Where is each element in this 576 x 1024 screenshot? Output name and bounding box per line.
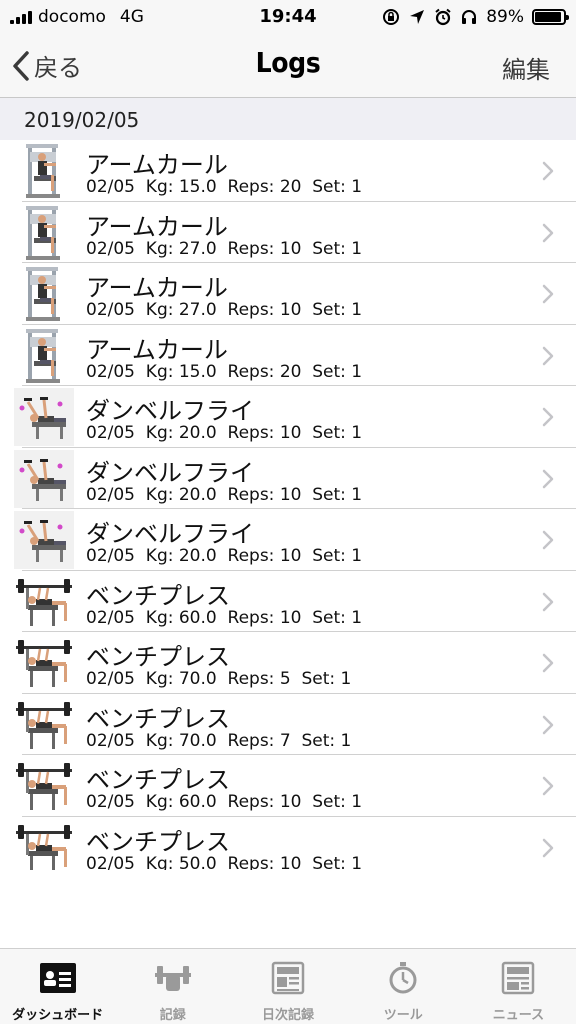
log-row[interactable]: アームカール 02/05 Kg: 27.0 Reps: 10 Set: 1 xyxy=(0,263,576,325)
tab-label: 記録 xyxy=(159,1008,186,1023)
section-header-date: 2019/02/05 xyxy=(0,98,576,140)
status-bar: docomo 4G 19:44 89% xyxy=(0,0,576,36)
log-row[interactable]: ベンチプレス 02/05 Kg: 50.0 Reps: 10 Set: 1 xyxy=(0,816,576,871)
tab-stopwatch[interactable]: ツール xyxy=(346,949,461,1024)
chevron-left-icon xyxy=(13,50,29,81)
log-detail: 02/05 Kg: 50.0 Reps: 10 Set: 1 xyxy=(86,853,363,871)
log-detail: 02/05 Kg: 27.0 Reps: 10 Set: 1 xyxy=(86,300,363,320)
tab-label: ツール xyxy=(383,1008,423,1023)
chevron-right-icon xyxy=(542,346,554,365)
dumbbell-fly-icon xyxy=(14,449,74,508)
chevron-right-icon xyxy=(542,776,554,796)
daily-log-icon xyxy=(268,961,308,999)
tab-label: 日次記録 xyxy=(262,1008,315,1023)
log-detail: 02/05 Kg: 70.0 Reps: 7 Set: 1 xyxy=(86,730,352,751)
location-arrow-icon xyxy=(410,10,425,24)
chevron-right-icon xyxy=(542,530,554,550)
log-row[interactable]: ベンチプレス 02/05 Kg: 60.0 Reps: 10 Set: 1 xyxy=(0,755,576,817)
log-list: アームカール 02/05 Kg: 15.0 Reps: 20 Set: 1 アー… xyxy=(0,140,576,870)
log-row[interactable]: アームカール 02/05 Kg: 15.0 Reps: 20 Set: 1 xyxy=(0,324,576,386)
chevron-right-icon xyxy=(542,469,554,488)
chevron-right-icon xyxy=(542,223,554,242)
log-detail: 02/05 Kg: 20.0 Reps: 10 Set: 1 xyxy=(86,546,363,566)
log-detail: 02/05 Kg: 70.0 Reps: 5 Set: 1 xyxy=(86,669,352,689)
dumbbell-fly-icon xyxy=(14,388,74,446)
dashboard-card-icon xyxy=(38,961,78,999)
alarm-icon xyxy=(435,8,451,26)
log-detail: 02/05 Kg: 27.0 Reps: 10 Set: 1 xyxy=(86,238,363,259)
arm-curl-machine-icon xyxy=(22,142,64,200)
exercise-name: ベンチプレス xyxy=(86,766,230,794)
battery-icon xyxy=(532,9,569,25)
news-icon xyxy=(498,961,538,999)
log-row[interactable]: ダンベルフライ 02/05 Kg: 20.0 Reps: 10 Set: 1 xyxy=(0,447,576,509)
headphones-icon xyxy=(462,10,477,24)
bench-press-icon xyxy=(14,819,74,870)
battery-percent: 89% xyxy=(486,7,524,27)
exercise-name: アームカール xyxy=(86,151,228,179)
tab-bar: ダッシュボード 記録 日次記録 ツール ニュース xyxy=(0,948,576,1024)
chevron-right-icon xyxy=(542,838,554,857)
chevron-right-icon xyxy=(542,715,554,734)
log-row[interactable]: ダンベルフライ 02/05 Kg: 20.0 Reps: 10 Set: 1 xyxy=(0,386,576,448)
tab-news[interactable]: ニュース xyxy=(461,949,576,1024)
arm-curl-machine-icon xyxy=(22,265,64,323)
section-date-label: 2019/02/05 xyxy=(24,108,140,132)
tab-dashboard-card[interactable]: ダッシュボード xyxy=(0,949,115,1024)
bench-press-icon xyxy=(14,696,74,754)
tab-label: ダッシュボード xyxy=(12,1008,104,1023)
arm-curl-machine-icon xyxy=(22,204,64,262)
chevron-right-icon xyxy=(542,161,554,181)
tab-daily-log[interactable]: 日次記録 xyxy=(230,949,345,1024)
exercise-name: ベンチプレス xyxy=(86,704,230,733)
log-row[interactable]: ダンベルフライ 02/05 Kg: 20.0 Reps: 10 Set: 1 xyxy=(0,509,576,571)
arm-curl-machine-icon xyxy=(22,327,64,385)
page-title: Logs xyxy=(255,46,321,79)
log-detail: 02/05 Kg: 20.0 Reps: 10 Set: 1 xyxy=(86,423,363,443)
exercise-name: ベンチプレス xyxy=(86,643,230,671)
chevron-right-icon xyxy=(542,653,554,673)
barbell-record-icon xyxy=(153,961,193,999)
status-right: 89% xyxy=(382,7,569,27)
log-detail: 02/05 Kg: 15.0 Reps: 20 Set: 1 xyxy=(86,177,363,197)
bench-press-icon xyxy=(14,573,74,631)
exercise-name: ダンベルフライ xyxy=(86,397,254,425)
chevron-right-icon xyxy=(542,284,554,304)
log-detail: 02/05 Kg: 60.0 Reps: 10 Set: 1 xyxy=(86,607,363,628)
log-detail: 02/05 Kg: 20.0 Reps: 10 Set: 1 xyxy=(86,484,363,505)
exercise-name: ベンチプレス xyxy=(86,581,230,610)
exercise-name: アームカール xyxy=(86,335,228,364)
log-detail: 02/05 Kg: 60.0 Reps: 10 Set: 1 xyxy=(86,792,363,812)
log-row[interactable]: ベンチプレス 02/05 Kg: 70.0 Reps: 7 Set: 1 xyxy=(0,693,576,755)
chevron-right-icon xyxy=(542,592,554,611)
tab-label: ニュース xyxy=(492,1008,545,1023)
log-row[interactable]: アームカール 02/05 Kg: 27.0 Reps: 10 Set: 1 xyxy=(0,201,576,263)
exercise-name: ダンベルフライ xyxy=(86,520,254,548)
log-row[interactable]: ベンチプレス 02/05 Kg: 70.0 Reps: 5 Set: 1 xyxy=(0,632,576,694)
exercise-name: アームカール xyxy=(86,212,228,241)
dumbbell-fly-icon xyxy=(14,511,74,569)
navigation-bar: 戻る Logs 編集 xyxy=(0,36,576,98)
tab-barbell-record[interactable]: 記録 xyxy=(115,949,230,1024)
rotation-lock-icon xyxy=(383,9,400,25)
bench-press-icon xyxy=(14,757,74,815)
log-detail: 02/05 Kg: 15.0 Reps: 20 Set: 1 xyxy=(86,361,363,382)
edit-button[interactable]: 編集 xyxy=(502,50,550,85)
log-row[interactable]: ベンチプレス 02/05 Kg: 60.0 Reps: 10 Set: 1 xyxy=(0,570,576,632)
exercise-name: アームカール xyxy=(86,274,228,302)
exercise-name: ダンベルフライ xyxy=(86,458,254,487)
log-row[interactable]: アームカール 02/05 Kg: 15.0 Reps: 20 Set: 1 xyxy=(0,140,576,202)
chevron-right-icon xyxy=(542,407,554,427)
bench-press-icon xyxy=(14,634,74,692)
exercise-name: ベンチプレス xyxy=(86,827,230,856)
stopwatch-icon xyxy=(383,961,423,999)
